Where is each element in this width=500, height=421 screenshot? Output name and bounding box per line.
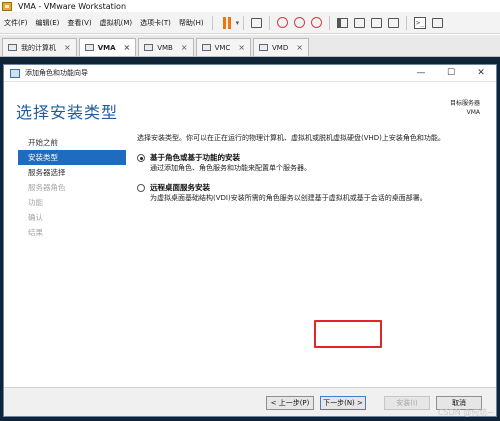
vm-tab-bar: 我的计算机 × VMA × VMB × VMC × VMD × (0, 35, 500, 57)
snapshot-icon[interactable] (277, 17, 289, 28)
tab-label: VMD (271, 43, 289, 52)
close-icon[interactable]: × (124, 43, 131, 52)
destination-value: VMA (466, 109, 480, 116)
close-icon[interactable]: × (238, 43, 245, 52)
chevron-down-icon[interactable]: ▾ (236, 19, 240, 27)
toolbar-divider (329, 15, 331, 30)
thumbnail-bar-icon[interactable] (354, 17, 366, 28)
step-features: 功能 (28, 198, 43, 207)
minimize-icon[interactable]: — (406, 68, 436, 78)
menu-help[interactable]: 帮助(H) (175, 18, 208, 28)
menubar: 文件(F) 编辑(E) 查看(V) 虚拟机(M) 选项卡(T) 帮助(H) ▾ … (0, 12, 500, 34)
tab-vma[interactable]: VMA × (78, 38, 137, 56)
destination-server: 目标服务器 VMA (450, 99, 480, 117)
stretch-view-icon[interactable] (432, 17, 444, 28)
intro-text: 选择安装类型。你可以在正在运行的物理计算机、虚拟机或脱机虚拟硬盘(VHD)上安装… (137, 134, 445, 142)
menu-edit[interactable]: 编辑(E) (32, 18, 64, 28)
wizard-titlebar: 添加角色和功能向导 — ☐ ✕ (4, 65, 496, 82)
menu-view[interactable]: 查看(V) (63, 18, 95, 28)
snapshot-manager-icon[interactable] (311, 17, 323, 28)
vm-icon (144, 44, 154, 51)
install-button: 安装(I) (384, 396, 430, 410)
close-icon[interactable]: ✕ (466, 68, 496, 78)
tab-vmc[interactable]: VMC × (195, 38, 251, 56)
add-roles-wizard: 添加角色和功能向导 — ☐ ✕ 选择安装类型 目标服务器 VMA 开始之前 安装… (3, 64, 497, 417)
radio-role-based[interactable] (137, 154, 145, 162)
tab-label: VMC (214, 43, 231, 52)
tab-label: 我的计算机 (21, 43, 56, 52)
previous-button[interactable]: < 上一步(P) (266, 396, 314, 410)
wizard-footer: < 上一步(P) 下一步(N) > 安装(I) 取消 (4, 387, 496, 416)
vm-icon (84, 44, 94, 51)
close-icon[interactable]: × (64, 43, 71, 52)
pause-icon[interactable] (222, 16, 233, 29)
tab-vmb[interactable]: VMB × (138, 38, 194, 56)
menu-vm[interactable]: 虚拟机(M) (96, 18, 137, 28)
maximize-icon[interactable]: ☐ (436, 68, 466, 78)
wizard-title: 添加角色和功能向导 (25, 69, 88, 77)
app-title: VMA - VMware Workstation (18, 1, 127, 11)
unity-icon[interactable] (388, 17, 400, 28)
tab-my-computer[interactable]: 我的计算机 × (2, 38, 77, 56)
tab-label: VMB (157, 43, 173, 52)
option-description: 通过添加角色、角色服务和功能来配置单个服务器。 (150, 164, 311, 172)
next-button-highlight (314, 320, 382, 348)
radio-remote-desktop[interactable] (137, 184, 145, 192)
show-library-icon[interactable] (337, 17, 349, 28)
vm-icon (258, 44, 268, 51)
destination-label: 目标服务器 (449, 100, 480, 107)
toolbar-divider (211, 15, 213, 30)
vm-icon (201, 44, 211, 51)
wizard-steps: 开始之前 安装类型 服务器选择 服务器角色 功能 确认 结果 (18, 135, 126, 240)
close-icon[interactable]: × (296, 43, 303, 52)
toolbar-divider (406, 15, 408, 30)
step-confirmation: 确认 (28, 213, 43, 222)
option-role-based[interactable]: 基于角色或基于功能的安装 通过添加角色、角色服务和功能来配置单个服务器。 (137, 153, 487, 173)
send-ctrl-alt-del-icon[interactable] (251, 17, 263, 28)
watermark: CSDN @何坊~ (437, 408, 494, 417)
option-description: 为虚拟桌面基础结构(VDI)安装所需的角色服务以创建基于虚拟机或基于会话的桌面部… (150, 194, 427, 202)
menu-file[interactable]: 文件(F) (0, 18, 32, 28)
vmware-app-icon (2, 1, 12, 11)
server-manager-icon (10, 68, 20, 78)
home-icon (8, 44, 17, 51)
next-button[interactable]: 下一步(N) > (320, 396, 366, 410)
console-view-icon[interactable]: >_ (414, 16, 427, 29)
option-title: 远程桌面服务安装 (150, 183, 210, 192)
revert-snapshot-icon[interactable] (294, 17, 306, 28)
toolbar-divider (269, 15, 271, 30)
tab-label: VMA (97, 43, 116, 52)
step-server-roles: 服务器角色 (28, 183, 66, 192)
close-icon[interactable]: × (181, 43, 188, 52)
step-installation-type[interactable]: 安装类型 (18, 150, 126, 165)
option-remote-desktop[interactable]: 远程桌面服务安装 为虚拟桌面基础结构(VDI)安装所需的角色服务以创建基于虚拟机… (137, 183, 487, 203)
tab-vmd[interactable]: VMD × (252, 38, 309, 56)
full-screen-icon[interactable] (371, 17, 383, 28)
option-title: 基于角色或基于功能的安装 (150, 153, 240, 162)
app-titlebar: VMA - VMware Workstation (0, 0, 500, 12)
step-server-selection[interactable]: 服务器选择 (18, 165, 126, 180)
wizard-content: 选择安装类型。你可以在正在运行的物理计算机、虚拟机或脱机虚拟硬盘(VHD)上安装… (137, 133, 487, 203)
menu-tabs[interactable]: 选项卡(T) (136, 18, 175, 28)
toolbar-divider (243, 15, 245, 30)
step-before-you-begin[interactable]: 开始之前 (18, 135, 126, 150)
step-results: 结果 (28, 228, 43, 237)
page-title: 选择安装类型 (16, 103, 119, 122)
